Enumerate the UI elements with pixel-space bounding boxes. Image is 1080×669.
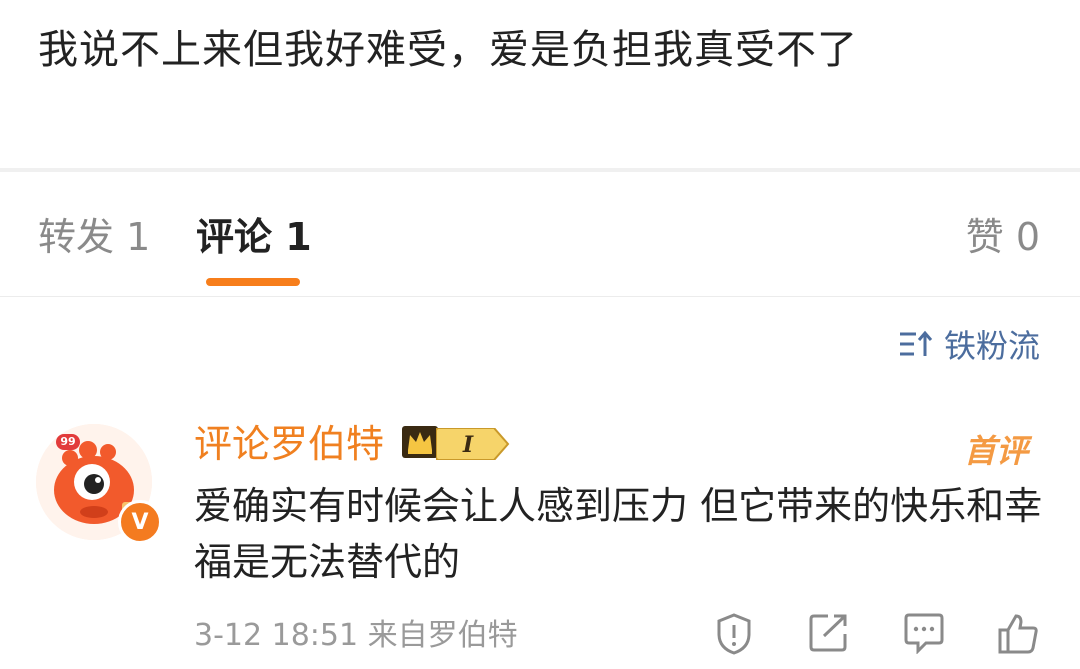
- tabs-divider: [0, 296, 1080, 297]
- first-comment-tag: 首评: [963, 432, 1028, 470]
- level-badge: I: [435, 427, 510, 464]
- tab-bar: 转发 1 评论 1 赞 0: [0, 172, 1080, 296]
- crown-icon: [400, 426, 440, 462]
- comment-icon[interactable]: [902, 612, 946, 654]
- comment-username[interactable]: 评论罗伯特: [194, 418, 384, 470]
- vip-badge: V: [118, 500, 162, 544]
- like-icon[interactable]: [996, 612, 1040, 656]
- avatar-count-badge: 99: [56, 434, 80, 450]
- share-icon[interactable]: [808, 612, 850, 654]
- report-icon[interactable]: [714, 612, 754, 656]
- comment-text: 爱确实有时候会让人感到压力 但它带来的快乐和幸福是无法替代的: [194, 484, 1043, 584]
- comment-meta: 3-12 18:51 来自罗伯特: [194, 618, 518, 653]
- post-text: 我说不上来但我好难受，爱是负担我真受不了: [38, 27, 858, 73]
- sort-label: 铁粉流: [943, 327, 1040, 365]
- active-tab-indicator: [206, 278, 300, 286]
- level-badge-label: I: [462, 432, 474, 458]
- tab-likes[interactable]: 赞 0: [966, 212, 1040, 262]
- tab-comments[interactable]: 评论 1: [196, 212, 312, 262]
- tab-repost[interactable]: 转发 1: [38, 212, 150, 262]
- sort-button[interactable]: 铁粉流: [898, 322, 1040, 366]
- sort-icon: [898, 329, 934, 359]
